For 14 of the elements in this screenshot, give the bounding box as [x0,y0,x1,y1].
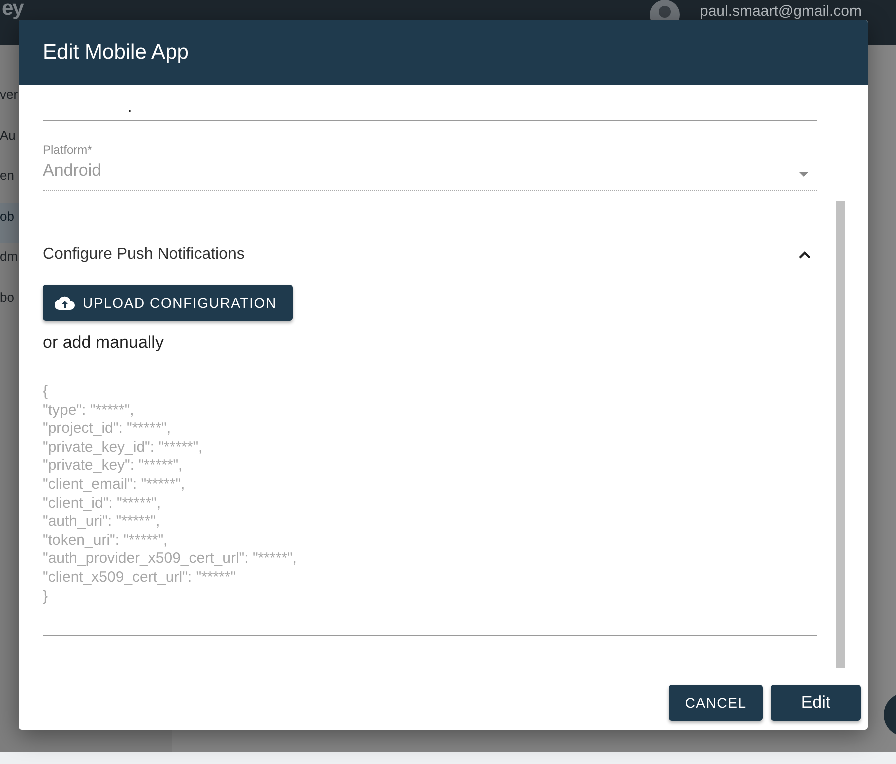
user-email: paul.smaart@gmail.com [700,3,862,20]
dialog-title: Edit Mobile App [43,40,189,64]
config-field[interactable]: { "type": "*****", "project_id": "*****", "private_key_id": "*****", "private_key": "*****", "client_email": "*****", "client_id": "*****", "auth_uri": "*****", "token_uri": "*****", "auth_provider_x509_cert_url": "*****", "client_x509_cert_url": "*****" } [43,383,817,636]
dropdown-icon [799,172,809,177]
chevron-icon[interactable] [799,251,811,259]
scrollbar[interactable] [836,201,845,668]
logo: ey [2,0,24,21]
name-field[interactable]: . [43,85,817,121]
section-title: Configure Push Notifications [43,246,245,264]
edit-button[interactable]: Edit [771,685,861,721]
manual-hint: or add manually [43,333,165,353]
cloud-upload-icon [55,296,75,310]
cancel-button[interactable]: CANCEL [669,685,763,721]
upload-button[interactable]: UPLOAD CONFIGURATION [43,285,293,321]
